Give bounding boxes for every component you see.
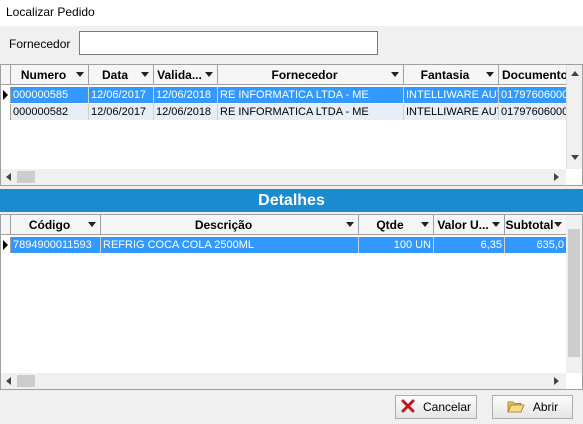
col-data[interactable]: Data [89, 65, 154, 84]
col-documento[interactable]: Documento [499, 65, 569, 84]
dropdown-arrow-icon[interactable] [421, 222, 429, 227]
fornecedor-input[interactable] [79, 31, 378, 55]
cancel-button-label: Cancelar [422, 400, 472, 414]
col-descricao[interactable]: Descrição [101, 215, 359, 234]
col-valor-unitario[interactable]: Valor U... [434, 215, 505, 234]
scroll-thumb[interactable] [17, 171, 35, 183]
col-codigo[interactable]: Código [11, 215, 101, 234]
dropdown-arrow-icon[interactable] [554, 222, 562, 227]
dropdown-arrow-icon[interactable] [88, 222, 96, 227]
table-row[interactable]: 000000585 12/06/2017 12/06/2018 RE INFOR… [1, 87, 569, 103]
dropdown-arrow-icon[interactable] [141, 72, 149, 77]
table-row[interactable]: 000000582 12/06/2017 12/06/2018 RE INFOR… [1, 104, 569, 120]
details-vscrollbar[interactable] [566, 215, 582, 373]
scroll-thumb[interactable] [17, 375, 35, 387]
col-validade[interactable]: Valida... [154, 65, 218, 84]
cancel-button[interactable]: Cancelar [395, 395, 477, 419]
dropdown-arrow-icon[interactable] [205, 72, 213, 77]
scroll-right-icon[interactable] [554, 173, 559, 181]
col-subtotal[interactable]: Subtotal [505, 215, 567, 234]
orders-hscrollbar[interactable] [1, 169, 566, 185]
table-row[interactable]: 7894900011593 REFRIG COCA COLA 2500ML 10… [1, 237, 567, 253]
scroll-left-icon[interactable] [6, 173, 11, 181]
dropdown-arrow-icon[interactable] [391, 72, 399, 77]
current-row-arrow-icon [3, 90, 8, 100]
orders-grid[interactable]: Numero Data Valida... Fornecedor Fantasi… [0, 64, 583, 186]
fornecedor-label: Fornecedor [9, 37, 71, 51]
scroll-down-icon[interactable] [571, 155, 579, 160]
open-button[interactable]: Abrir [492, 395, 573, 419]
details-section-header: Detalhes [0, 189, 583, 212]
details-header-row: Código Descrição Qtde Valor U... Subtota… [1, 215, 567, 235]
dropdown-arrow-icon[interactable] [346, 222, 354, 227]
scroll-up-icon[interactable] [571, 71, 579, 76]
row-indicator [1, 87, 11, 103]
dropdown-arrow-icon[interactable] [76, 72, 84, 77]
open-button-label: Abrir [532, 400, 559, 414]
col-qtde[interactable]: Qtde [359, 215, 434, 234]
row-indicator [1, 237, 11, 253]
col-numero[interactable]: Numero [11, 65, 89, 84]
col-fantasia[interactable]: Fantasia [404, 65, 499, 84]
window-title: Localizar Pedido [6, 5, 95, 19]
orders-header-row: Numero Data Valida... Fornecedor Fantasi… [1, 65, 569, 85]
current-row-arrow-icon [3, 240, 8, 250]
dropdown-arrow-icon[interactable] [486, 72, 494, 77]
details-grid[interactable]: Código Descrição Qtde Valor U... Subtota… [0, 214, 583, 390]
scroll-thumb[interactable] [568, 229, 580, 357]
details-hscrollbar[interactable] [1, 373, 566, 389]
scroll-right-icon[interactable] [554, 377, 559, 385]
col-fornecedor[interactable]: Fornecedor [218, 65, 404, 84]
orders-vscrollbar[interactable] [566, 65, 582, 169]
close-x-icon [401, 399, 415, 416]
dropdown-arrow-icon[interactable] [492, 222, 500, 227]
row-indicator [1, 104, 11, 120]
scroll-left-icon[interactable] [6, 377, 11, 385]
folder-open-icon [507, 399, 525, 416]
